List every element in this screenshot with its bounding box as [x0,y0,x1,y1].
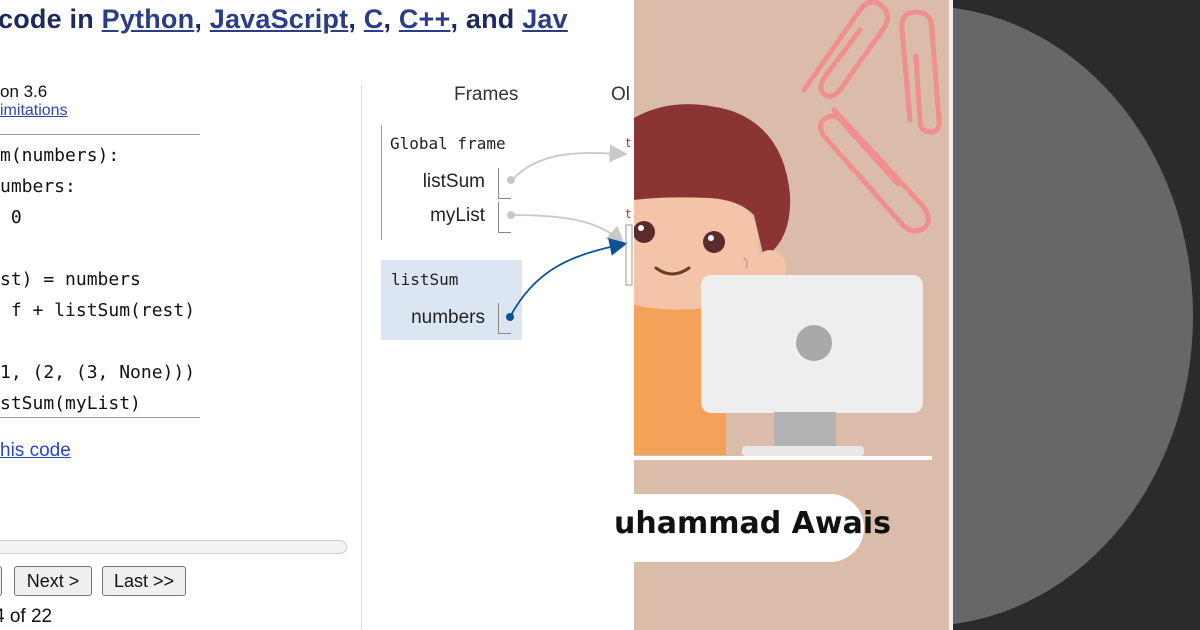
svg-text:t: t [626,207,631,221]
paperclip-icon [801,0,890,99]
dark-panel [953,0,1200,630]
paperclip-icon [818,107,931,234]
author-name: uhammad Awais [614,506,891,541]
arrow-listsum [511,144,628,181]
arrow-mylist [511,214,625,245]
gray-circle [953,6,1193,626]
left-eye [634,221,655,243]
right-eye [703,231,725,253]
camera-icon [796,325,832,361]
paperclip-icon [899,9,942,135]
svg-text:t: t [626,136,631,150]
laptop-base [742,446,864,456]
laptop-stand [774,412,836,448]
arrow-numbers [509,238,628,318]
desk-line [634,456,932,460]
